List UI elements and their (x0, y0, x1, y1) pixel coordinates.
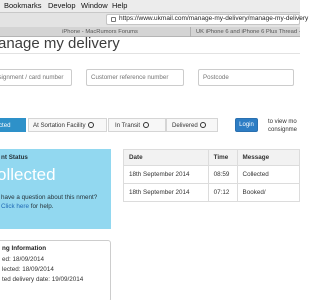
menu-develop[interactable]: Develop (48, 1, 76, 10)
help-suffix: for help. (29, 203, 54, 210)
event-time: 08:59 (207, 165, 238, 184)
check-circle-icon (88, 122, 95, 128)
step-label: At Sortation Facility (33, 122, 86, 129)
step-label: Delivered (172, 122, 198, 129)
help-link[interactable]: Click here (1, 203, 29, 210)
table-header-row: Date Time Message (123, 149, 300, 166)
tab-iphone-thread[interactable]: UK iPhone 6 and iPhone 6 Plus Thread - P (196, 27, 300, 37)
expected-delivery-date: ted delivery date: 19/09/2014 (2, 276, 84, 283)
event-message: Booked/ (236, 183, 300, 202)
help-text: have a question about this nment? (1, 194, 98, 201)
menu-bookmarks[interactable]: Bookmarks (4, 1, 42, 10)
address-bar[interactable]: https://www.ukmail.com/manage-my-deliver… (106, 14, 308, 25)
login-hint: to view mo consignme (268, 118, 297, 134)
login-hint-line: consignme (268, 127, 298, 133)
event-message: Collected (236, 165, 300, 184)
tracking-information-panel: ng Information ed: 18/09/2014 lected: 18… (0, 240, 111, 300)
tracking-number-input[interactable] (0, 69, 72, 86)
step-label: cted (0, 122, 11, 129)
check-circle-icon (200, 122, 207, 128)
column-header-date: Date (123, 149, 209, 166)
step-sortation-facility: At Sortation Facility (28, 118, 107, 132)
login-button[interactable]: Login (235, 118, 258, 132)
tab-divider (190, 27, 191, 37)
table-row: 18th September 2014 08:59 Collected (123, 165, 300, 184)
login-hint-line: to view mo (268, 119, 297, 125)
page-content: anage my delivery cted At Sortation Faci… (0, 37, 300, 300)
status-help-text: have a question about this nment? Click … (1, 193, 107, 211)
status-heading: nt Status (1, 154, 28, 161)
booked-date: ed: 18/09/2014 (2, 256, 45, 263)
event-date: 18th September 2014 (123, 165, 209, 184)
step-label: In Transit (115, 122, 141, 129)
tracking-info-heading: ng Information (2, 245, 47, 252)
status-value: ollected (0, 165, 56, 184)
postcode-input[interactable] (198, 69, 294, 86)
customer-reference-input[interactable] (86, 69, 184, 86)
collected-date: lected: 18/09/2014 (2, 266, 54, 273)
url-text: https://www.ukmail.com/manage-my-deliver… (119, 15, 309, 22)
step-in-transit: In Transit (108, 118, 166, 132)
step-collected: cted (0, 118, 26, 132)
event-time: 07:12 (207, 183, 238, 202)
tracking-events-table: Date Time Message 18th September 2014 08… (123, 149, 300, 202)
menu-window[interactable]: Window (81, 1, 108, 10)
title-divider (0, 53, 300, 54)
column-header-time: Time (207, 149, 238, 166)
menu-bar: Bookmarks Develop Window Help (0, 0, 300, 13)
menu-help[interactable]: Help (112, 1, 127, 10)
consignment-status-panel: nt Status ollected have a question about… (0, 149, 111, 229)
page-title: anage my delivery (0, 37, 120, 52)
tab-bar: iPhone - MacRumors Forums UK iPhone 6 an… (0, 27, 300, 37)
lock-icon (111, 17, 116, 22)
tab-macrumors[interactable]: iPhone - MacRumors Forums (40, 27, 160, 37)
column-header-message: Message (236, 149, 300, 166)
step-delivered: Delivered (166, 118, 218, 132)
check-circle-icon (142, 122, 149, 128)
browser-toolbar: https://www.ukmail.com/manage-my-deliver… (0, 13, 308, 27)
table-row: 18th September 2014 07:12 Booked/ (123, 183, 300, 202)
event-date: 18th September 2014 (123, 183, 209, 202)
